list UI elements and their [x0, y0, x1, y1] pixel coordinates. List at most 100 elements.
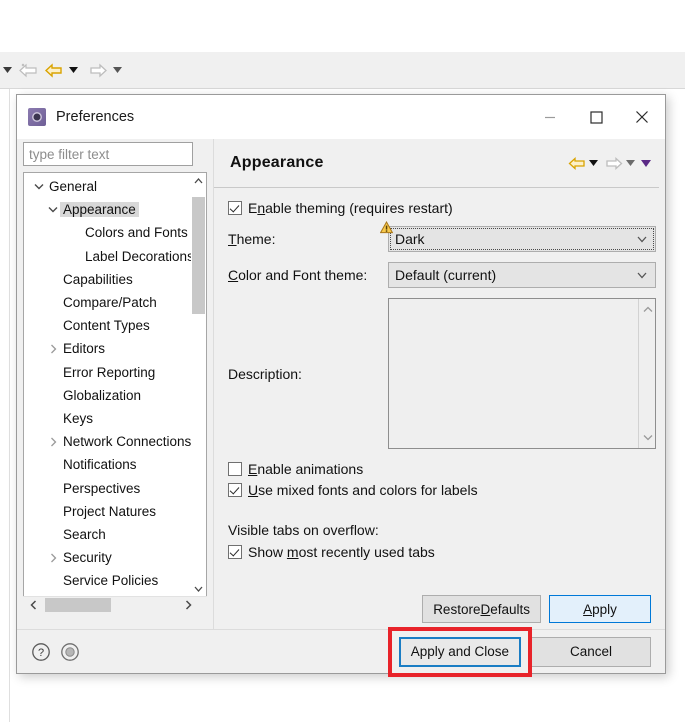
enable-animations-label: Enable animations	[248, 461, 364, 477]
tree-item-general[interactable]: General	[24, 175, 206, 198]
theme-value: Dark	[395, 231, 425, 247]
tree-item-label: Keys	[63, 410, 94, 426]
tree-horizontal-scrollbar[interactable]	[23, 596, 207, 613]
enable-theming-checkbox[interactable]	[228, 201, 242, 215]
description-scrollbar[interactable]	[638, 299, 655, 448]
scroll-down-icon[interactable]	[191, 581, 206, 596]
mixed-fonts-row[interactable]: Use mixed fonts and colors for labels	[228, 482, 659, 498]
chevron-down-icon[interactable]	[32, 175, 46, 198]
enable-theming-row[interactable]: Enable theming (requires restart)	[228, 200, 659, 216]
tree-item-capabilities[interactable]: Capabilities	[24, 268, 206, 291]
theme-label: Theme:	[228, 231, 276, 247]
tree-item-network-connections[interactable]: Network Connections	[24, 430, 206, 453]
toolbar-forward-arrow[interactable]	[88, 59, 108, 81]
tree-vertical-scrollbar[interactable]	[191, 173, 206, 596]
tree-item-label: Search	[63, 526, 106, 542]
maximize-button[interactable]	[573, 95, 619, 139]
enable-animations-row[interactable]: Enable animations	[228, 461, 659, 477]
color-font-theme-combobox[interactable]: Default (current)	[388, 262, 656, 288]
close-button[interactable]	[619, 95, 665, 139]
chevron-down-icon[interactable]	[629, 227, 655, 251]
scroll-thumb[interactable]	[192, 197, 205, 314]
toolbar-caret-left[interactable]	[0, 59, 14, 81]
chevron-right-icon[interactable]	[46, 546, 60, 569]
page-forward-dropdown-icon[interactable]	[626, 153, 635, 173]
scroll-up-icon[interactable]	[191, 173, 206, 188]
tree-item-search[interactable]: Search	[24, 523, 206, 546]
cancel-button[interactable]: Cancel	[531, 636, 651, 667]
tree-item-label: Error Reporting	[63, 364, 156, 380]
description-label: Description:	[228, 365, 302, 382]
tree-item-compare-patch[interactable]: Compare/Patch	[24, 291, 206, 314]
tree-item-label: Project Natures	[63, 503, 157, 519]
scroll-left-icon[interactable]	[25, 597, 42, 613]
dialog-title: Preferences	[56, 109, 135, 125]
tree-item-label: Service Policies	[63, 573, 159, 589]
tree-item-colors-and-fonts[interactable]: Colors and Fonts	[24, 221, 206, 244]
preferences-tree[interactable]: General Appearance Colors and Fonts Label D…	[23, 172, 207, 597]
preferences-gear-icon	[28, 108, 46, 126]
apply-and-close-button[interactable]: Apply and Close	[398, 636, 521, 667]
mixed-fonts-checkbox[interactable]	[228, 483, 242, 497]
enable-animations-checkbox[interactable]	[228, 462, 242, 476]
tree-item-label-decorations[interactable]: Label Decorations	[24, 245, 206, 268]
tree-list: General Appearance Colors and Fonts Label D…	[24, 175, 206, 592]
tree-item-label: Content Types	[63, 318, 150, 334]
page-forward-arrow-icon[interactable]	[605, 153, 623, 173]
chevron-right-icon[interactable]	[46, 337, 60, 360]
tree-item-perspectives[interactable]: Perspectives	[24, 476, 206, 500]
color-font-theme-value: Default (current)	[395, 267, 497, 283]
tree-item-service-policies[interactable]: Service Policies	[24, 569, 206, 592]
tree-item-notifications[interactable]: Notifications	[24, 453, 206, 476]
chevron-right-icon[interactable]	[46, 430, 60, 453]
tree-item-editors[interactable]: Editors	[24, 337, 206, 360]
page-back-arrow-icon[interactable]	[568, 153, 586, 173]
page-view-menu-icon[interactable]	[641, 153, 651, 173]
description-textarea[interactable]	[388, 298, 656, 449]
theme-combobox[interactable]: Dark	[379, 220, 656, 252]
tree-item-globalization[interactable]: Globalization	[24, 384, 206, 407]
svg-text:?: ?	[38, 647, 44, 659]
show-mru-tabs-row[interactable]: Show most recently used tabs	[228, 544, 659, 560]
scroll-right-icon[interactable]	[180, 597, 197, 613]
tree-item-error-reporting[interactable]: Error Reporting	[24, 361, 206, 384]
chevron-down-icon[interactable]	[46, 198, 60, 221]
tree-item-label: Editors	[63, 341, 106, 357]
restore-defaults-button[interactable]: Restore Defaults	[422, 595, 541, 623]
tree-item-content-types[interactable]: Content Types	[24, 314, 206, 337]
warning-icon	[379, 220, 394, 234]
toolbar-forward-dropdown[interactable]	[110, 59, 124, 81]
toolbar-back-arrow[interactable]	[44, 59, 64, 81]
help-question-icon[interactable]: ?	[31, 642, 51, 662]
tree-item-project-natures[interactable]: Project Natures	[24, 500, 206, 523]
tree-item-label: Compare/Patch	[63, 295, 157, 311]
apply-button[interactable]: Apply	[549, 595, 651, 623]
dialog-titlebar[interactable]: Preferences	[17, 95, 665, 139]
dialog-actions: Apply and Close Cancel	[387, 626, 651, 677]
tree-item-security[interactable]: Security	[24, 546, 206, 569]
filter-input[interactable]	[23, 142, 193, 166]
scroll-down-icon[interactable]	[639, 429, 656, 446]
tree-item-appearance[interactable]: Appearance	[24, 198, 206, 221]
show-mru-tabs-checkbox[interactable]	[228, 545, 242, 559]
window-buttons	[527, 95, 665, 139]
dialog-bottom-bar: ? Apply and Close Cancel	[17, 626, 665, 677]
tree-item-label: Security	[63, 550, 112, 566]
tree-item-keys[interactable]: Keys	[24, 407, 206, 430]
toolbar-back-dropdown[interactable]	[66, 59, 80, 81]
page-back-dropdown-icon[interactable]	[589, 153, 598, 173]
chevron-down-icon[interactable]	[629, 263, 655, 287]
tree-item-label: Network Connections	[63, 434, 192, 450]
minimize-button[interactable]	[527, 95, 573, 139]
scroll-up-icon[interactable]	[639, 301, 656, 318]
record-circle-icon[interactable]	[60, 642, 80, 662]
color-font-theme-label: Color and Font theme:	[228, 267, 368, 283]
dialog-body: General Appearance Colors and Fonts Label D…	[17, 139, 665, 631]
h-scroll-thumb[interactable]	[45, 598, 111, 612]
page-footer-buttons: Restore Defaults Apply	[422, 595, 651, 623]
